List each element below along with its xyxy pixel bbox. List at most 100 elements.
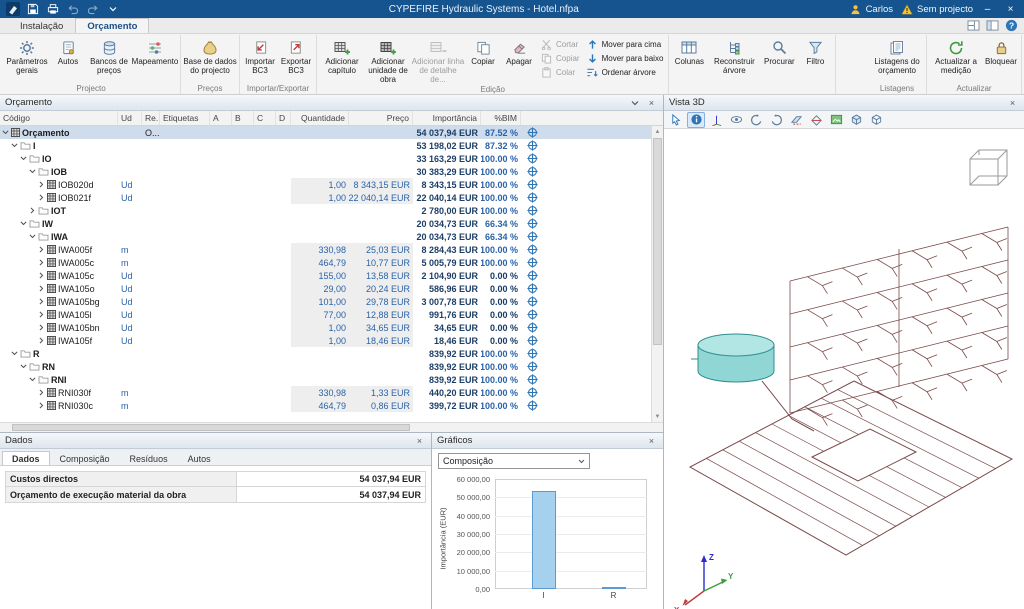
table-row[interactable]: OrçamentoO...54 037,94 EUR87.52 %: [0, 126, 651, 139]
bim-sync-icon[interactable]: [521, 191, 543, 204]
orbit-right-icon[interactable]: [767, 112, 785, 128]
scrollbar-thumb[interactable]: [653, 138, 662, 345]
close-icon[interactable]: ×: [645, 435, 658, 447]
bim-sync-icon[interactable]: [521, 269, 543, 282]
info-icon[interactable]: [687, 112, 705, 128]
tab-autos[interactable]: Autos: [178, 451, 221, 465]
bloquear-button[interactable]: Bloquear: [983, 35, 1019, 83]
table-row[interactable]: IWA005fm330,9825,03 EUR8 284,43 EUR100.0…: [0, 243, 651, 256]
col-c[interactable]: C: [254, 111, 276, 125]
clip-plane-icon[interactable]: [807, 112, 825, 128]
scrollbar-thumb[interactable]: [12, 424, 410, 431]
project-status[interactable]: Sem projecto: [899, 2, 973, 16]
close-button[interactable]: ×: [1002, 2, 1019, 16]
actualizar-medicao-button[interactable]: Actualizar a medição: [929, 35, 983, 83]
bim-sync-icon[interactable]: [521, 386, 543, 399]
col-a[interactable]: A: [210, 111, 232, 125]
bim-sync-icon[interactable]: [521, 282, 543, 295]
bim-sync-icon[interactable]: [521, 139, 543, 152]
mover-cima-button[interactable]: Mover para cima: [586, 38, 664, 51]
table-row[interactable]: IWA105bgUd101,0029,78 EUR3 007,78 EUR0.0…: [0, 295, 651, 308]
col-b[interactable]: B: [232, 111, 254, 125]
copiar-button[interactable]: Copiar: [465, 35, 501, 84]
view-cube[interactable]: [970, 150, 1007, 185]
importar-bc3-button[interactable]: Importar BC3: [242, 35, 278, 83]
col-d[interactable]: D: [276, 111, 291, 125]
table-row[interactable]: IOB020dUd1,008 343,15 EUR8 343,15 EUR100…: [0, 178, 651, 191]
vista3d-viewport[interactable]: Z X Y: [664, 129, 1024, 609]
eye-icon[interactable]: [727, 112, 745, 128]
bim-sync-icon[interactable]: [521, 360, 543, 373]
col-bim[interactable]: %BIM: [481, 111, 521, 125]
help-icon[interactable]: ?: [1003, 19, 1019, 32]
bim-sync-icon[interactable]: [521, 399, 543, 412]
vertical-scrollbar[interactable]: ▲ ▼: [651, 126, 663, 422]
bim-sync-icon[interactable]: [521, 256, 543, 269]
bim-sync-icon[interactable]: [521, 126, 543, 139]
bim-sync-icon[interactable]: [521, 334, 543, 347]
print-icon[interactable]: [45, 2, 60, 16]
procurar-button[interactable]: Procurar: [761, 35, 797, 83]
col-resumo[interactable]: Re...: [142, 111, 160, 125]
table-row[interactable]: IOT2 780,00 EUR100.00 %: [0, 204, 651, 217]
reconstruir-arvore-button[interactable]: Reconstruir árvore: [707, 35, 761, 83]
wireframe-view-icon[interactable]: [867, 112, 885, 128]
autos-button[interactable]: Autos: [50, 35, 86, 83]
bim-sync-icon[interactable]: [521, 204, 543, 217]
table-row[interactable]: RNI030fm330,981,33 EUR440,20 EUR100.00 %: [0, 386, 651, 399]
orbit-left-icon[interactable]: [747, 112, 765, 128]
table-row[interactable]: RN839,92 EUR100.00 %: [0, 360, 651, 373]
table-row[interactable]: IWA105fUd1,0018,46 EUR18,46 EUR0.00 %: [0, 334, 651, 347]
ordenar-arvore-button[interactable]: Ordenar árvore: [586, 66, 664, 79]
panels-layout-icon[interactable]: [965, 19, 981, 32]
col-preco[interactable]: Preço: [349, 111, 413, 125]
mapeamento-button[interactable]: Mapeamento: [132, 35, 178, 83]
tab-residuos[interactable]: Resíduos: [120, 451, 178, 465]
bim-sync-icon[interactable]: [521, 347, 543, 360]
bim-sync-icon[interactable]: [521, 152, 543, 165]
table-row[interactable]: RNI839,92 EUR100.00 %: [0, 373, 651, 386]
col-codigo[interactable]: Código: [0, 111, 118, 125]
filtro-button[interactable]: Filtro: [797, 35, 833, 83]
collapse-icon[interactable]: [628, 97, 641, 109]
bim-sync-icon[interactable]: [521, 243, 543, 256]
col-ud[interactable]: Ud: [118, 111, 142, 125]
workspace-icon[interactable]: [984, 19, 1000, 32]
table-row[interactable]: IWA20 034,73 EUR66.34 %: [0, 230, 651, 243]
base-dados-projecto-button[interactable]: Base de dados do projecto: [183, 35, 237, 83]
close-icon[interactable]: ×: [645, 97, 658, 109]
chart-type-dropdown[interactable]: Composição: [438, 453, 590, 469]
tab-dados[interactable]: Dados: [2, 451, 50, 465]
tab-orcamento[interactable]: Orçamento: [75, 18, 149, 33]
bim-sync-icon[interactable]: [521, 178, 543, 191]
horizontal-scrollbar[interactable]: [0, 422, 663, 432]
user-account[interactable]: Carlos: [848, 2, 893, 16]
snapshot-icon[interactable]: [827, 112, 845, 128]
table-row[interactable]: IWA105oUd29,0020,24 EUR586,96 EUR0.00 %: [0, 282, 651, 295]
colunas-button[interactable]: Colunas: [671, 35, 707, 83]
close-icon[interactable]: ×: [1006, 97, 1019, 109]
select-icon[interactable]: [667, 112, 685, 128]
bim-sync-icon[interactable]: [521, 217, 543, 230]
adicionar-capitulo-button[interactable]: Adicionar capítulo: [319, 35, 365, 84]
customize-caret-icon[interactable]: [105, 2, 120, 16]
table-row[interactable]: IWA105cUd155,0013,58 EUR2 104,90 EUR0.00…: [0, 269, 651, 282]
table-row[interactable]: IW20 034,73 EUR66.34 %: [0, 217, 651, 230]
save-icon[interactable]: [25, 2, 40, 16]
mover-baixo-button[interactable]: Mover para baixo: [586, 52, 664, 65]
bancos-precos-button[interactable]: Bancos de preços: [86, 35, 132, 83]
bim-sync-icon[interactable]: [521, 321, 543, 334]
bim-sync-icon[interactable]: [521, 308, 543, 321]
table-row[interactable]: RNI030cm464,790,86 EUR399,72 EUR100.00 %: [0, 399, 651, 412]
parametros-gerais-button[interactable]: Parâmetros gerais: [4, 35, 50, 83]
table-row[interactable]: IO33 163,29 EUR100.00 %: [0, 152, 651, 165]
apagar-button[interactable]: Apagar: [501, 35, 537, 84]
col-etiquetas[interactable]: Etiquetas: [160, 111, 210, 125]
section-plane-icon[interactable]: [787, 112, 805, 128]
table-row[interactable]: IOB021fUd1,0022 040,14 EUR22 040,14 EUR1…: [0, 191, 651, 204]
bim-sync-icon[interactable]: [521, 165, 543, 178]
table-row[interactable]: IWA105lUd77,0012,88 EUR991,76 EUR0.00 %: [0, 308, 651, 321]
tab-composicao[interactable]: Composição: [50, 451, 120, 465]
table-row[interactable]: R839,92 EUR100.00 %: [0, 347, 651, 360]
table-row[interactable]: IWA105bnUd1,0034,65 EUR34,65 EUR0.00 %: [0, 321, 651, 334]
